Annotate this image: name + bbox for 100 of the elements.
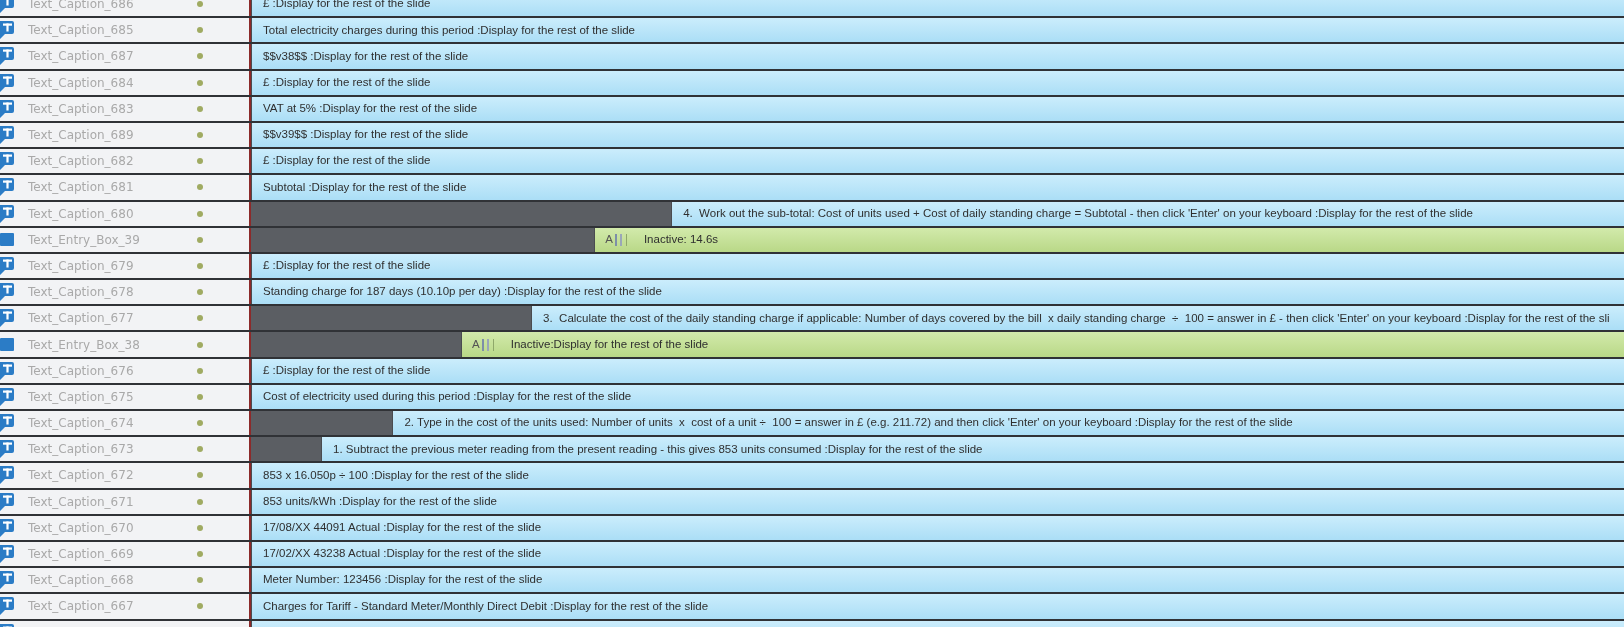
- timeline-bar[interactable]: Standing charge for 187 days (10.10p per day) :Display for the rest of the slide: [251, 280, 1624, 305]
- visibility-dot-icon[interactable]: [197, 105, 203, 112]
- timeline-bar[interactable]: Total electricity charges during this period :Display for the rest of the slide: [251, 18, 1624, 43]
- visibility-dot-icon[interactable]: [197, 446, 203, 453]
- layer-name: Text_Caption_672: [28, 469, 135, 482]
- bar-label: VAT at 5% :Display for the rest of the slide: [263, 103, 478, 115]
- text-caption-icon: [0, 466, 14, 485]
- text-cursor-icon: [614, 233, 622, 246]
- bar-label: Charges for Tariff - Standard Meter/Monthly Direct Debit :Display for the rest of the slide: [263, 600, 709, 613]
- visibility-dot-icon[interactable]: [197, 184, 203, 191]
- text-caption-icon: [0, 518, 14, 537]
- timeline-bar[interactable]: £ :Display for the rest of the slide: [251, 253, 1624, 279]
- layer-name: Text_Caption_669: [28, 548, 135, 561]
- text-caption-icon: [0, 571, 14, 590]
- timeline-bar[interactable]: [594, 227, 1624, 252]
- timeline-bar[interactable]: [531, 306, 1624, 331]
- timeline-bar[interactable]: £ :Display for the rest of the slide: [251, 70, 1624, 95]
- timeline-bar[interactable]: Meter Number: 123456 :Display for the rest of the slide: [251, 568, 1624, 593]
- timeline-bar[interactable]: $$v39$$ :Display for the rest of the slide: [251, 122, 1624, 148]
- visibility-dot-icon[interactable]: [197, 524, 203, 531]
- layer-name: Text_Caption_685: [28, 24, 135, 37]
- timeline-bar[interactable]: 4. Work out the sub-total: Cost of units used + Cost of daily standing charge = Subtotal - then click 'Enter' on your keyboard :Display for the rest of the slide: [671, 201, 1624, 226]
- timeline-bar[interactable]: £ :Display for the rest of the slide: [251, 358, 1624, 383]
- text-caption-icon: [0, 0, 14, 14]
- bar-label: $$v38$$ :Display for the rest of the slide: [263, 50, 469, 63]
- visibility-dot-icon[interactable]: [197, 289, 203, 296]
- text-caption-icon: [0, 545, 14, 564]
- timeline-bar[interactable]: 853 x 16.050p ÷ 100 :Display for the rest of the slide: [251, 463, 1624, 488]
- visibility-dot-icon[interactable]: [197, 158, 203, 165]
- timeline-bar[interactable]: 1. Subtract the previous meter reading from the present reading - this gives 853 units consumed :Display for the rest of the slide: [321, 437, 1624, 462]
- layer-name: Text_Caption_676: [28, 364, 135, 377]
- visibility-dot-icon[interactable]: [197, 498, 203, 505]
- bar-label: £ :Display for the rest of the slide: [263, 76, 431, 89]
- timeline-bar[interactable]: 17/08/XX 44091 Actual :Display for the rest of the slide: [251, 515, 1624, 540]
- text-caption-icon: [0, 256, 14, 275]
- timeline-bar[interactable]: Charges for Tariff - Standard Meter/Monthly Direct Debit :Display for the rest of the slide: [251, 594, 1624, 619]
- text-caption-icon: [0, 73, 14, 92]
- text-caption-icon: [0, 414, 14, 433]
- timeline-bar[interactable]: VAT at 5% :Display for the rest of the slide: [251, 96, 1624, 121]
- timeline-bar[interactable]: $$v38$$ :Display for the rest of the slide: [251, 44, 1624, 69]
- visibility-dot-icon[interactable]: [197, 367, 203, 374]
- bar-label: 1. Subtract the previous meter reading from the present reading - this gives 853 units consumed :Display for the rest of the slide: [333, 443, 983, 456]
- visibility-dot-icon[interactable]: [197, 210, 203, 217]
- entry-type-letter: A: [605, 234, 613, 246]
- timeline-bar[interactable]: 17/02/XX 43238 Actual :Display for the rest of the slide: [251, 541, 1624, 567]
- text-caption-icon: [0, 387, 14, 406]
- visibility-dot-icon[interactable]: [197, 79, 203, 86]
- bar-label: 17/08/XX 44091 Actual :Display for the rest of the slide: [263, 522, 542, 534]
- text-caption-icon: [0, 178, 14, 197]
- visibility-dot-icon[interactable]: [197, 393, 203, 400]
- timeline-bar[interactable]: 853 units/kWh :Display for the rest of the slide: [251, 489, 1624, 514]
- layer-name: Text_Caption_667: [28, 600, 135, 613]
- timeline-bar[interactable]: Cost of electricity used during this period :Display for the rest of the slide: [251, 384, 1624, 409]
- text-caption-icon: [0, 21, 14, 40]
- bar-label: 2. Type in the cost of the units used: Number of units x cost of a unit ÷ 100 = answer in £ (e.g. 211.72) and then click 'Enter' on your keyboard :Display for the rest of the slide: [404, 417, 1293, 429]
- bar-label: $$v39$$ :Display for the rest of the slide: [263, 129, 469, 141]
- visibility-dot-icon[interactable]: [197, 472, 203, 479]
- text-caption-icon: [0, 309, 14, 328]
- layer-name: Text_Caption_684: [28, 76, 135, 89]
- text-caption-icon: [0, 597, 14, 616]
- layer-name: Text_Caption_670: [28, 521, 135, 534]
- timeline-bar[interactable]: Subtotal :Display for the rest of the slide: [251, 175, 1624, 200]
- visibility-dot-icon[interactable]: [197, 420, 203, 427]
- text-caption-icon: [0, 152, 14, 171]
- visibility-dot-icon[interactable]: [197, 27, 203, 34]
- entry-type-letter: A: [472, 338, 480, 351]
- visibility-dot-icon[interactable]: [197, 132, 203, 139]
- visibility-dot-icon[interactable]: [197, 262, 203, 269]
- layer-name: Text_Caption_682: [28, 155, 135, 168]
- visibility-dot-icon[interactable]: [197, 551, 203, 558]
- text-caption-icon: [0, 283, 14, 302]
- text-caption-icon: [0, 47, 14, 66]
- visibility-dot-icon[interactable]: [197, 1, 203, 8]
- text-cursor-icon: [481, 338, 489, 351]
- bar-label: Inactive: 14.6s: [643, 234, 719, 246]
- visibility-dot-icon[interactable]: [197, 236, 203, 243]
- visibility-dot-icon[interactable]: [197, 341, 203, 348]
- bar-label: 4. Work out the sub-total: Cost of units used + Cost of daily standing charge = Subtotal - then click 'Enter' on your keyboard :Display for the rest of the slide: [683, 207, 1473, 220]
- visibility-dot-icon[interactable]: [197, 53, 203, 60]
- bar-label: 853 units/kWh :Display for the rest of the slide: [263, 495, 497, 508]
- layer-name: Text_Entry_Box_38: [28, 338, 141, 351]
- bar-label: Subtotal :Display for the rest of the slide: [263, 181, 467, 194]
- layer-name: Text_Caption_674: [28, 417, 135, 430]
- bar-label: Standing charge for 187 days (10.10p per day) :Display for the rest of the slide: [263, 286, 662, 298]
- text-entry-icon: [0, 338, 14, 352]
- layer-name: Text_Caption_678: [28, 286, 135, 299]
- bar-label: 3. Calculate the cost of the daily standing charge if applicable: Number of days covered by the bill x daily standing charge ÷ 100 = answer in £ - then click 'Enter' on your keyboard :Display for the rest of the sli: [543, 312, 1610, 325]
- visibility-dot-icon[interactable]: [197, 315, 203, 322]
- layer-name: Text_Caption_677: [28, 312, 135, 325]
- layer-name: Text_Entry_Box_39: [28, 233, 141, 246]
- timeline-bar[interactable]: 2. Type in the cost of the units used: Number of units x cost of a unit ÷ 100 = answer in £ (e.g. 211.72) and then click 'Enter' on your keyboard :Display for the rest of the slide: [392, 411, 1624, 436]
- timeline-bar[interactable]: £ :Display for the rest of the slide: [251, 149, 1624, 174]
- visibility-dot-icon[interactable]: [197, 577, 203, 584]
- layer-name: Text_Caption_679: [28, 259, 135, 272]
- text-caption-icon: [0, 492, 14, 511]
- layer-name: Text_Caption_689: [28, 129, 135, 142]
- layer-name: Text_Caption_680: [28, 207, 135, 220]
- visibility-dot-icon[interactable]: [197, 603, 203, 610]
- bar-label: 17/02/XX 43238 Actual :Display for the rest of the slide: [263, 548, 542, 560]
- bar-label: Inactive:Display for the rest of the slide: [510, 338, 709, 351]
